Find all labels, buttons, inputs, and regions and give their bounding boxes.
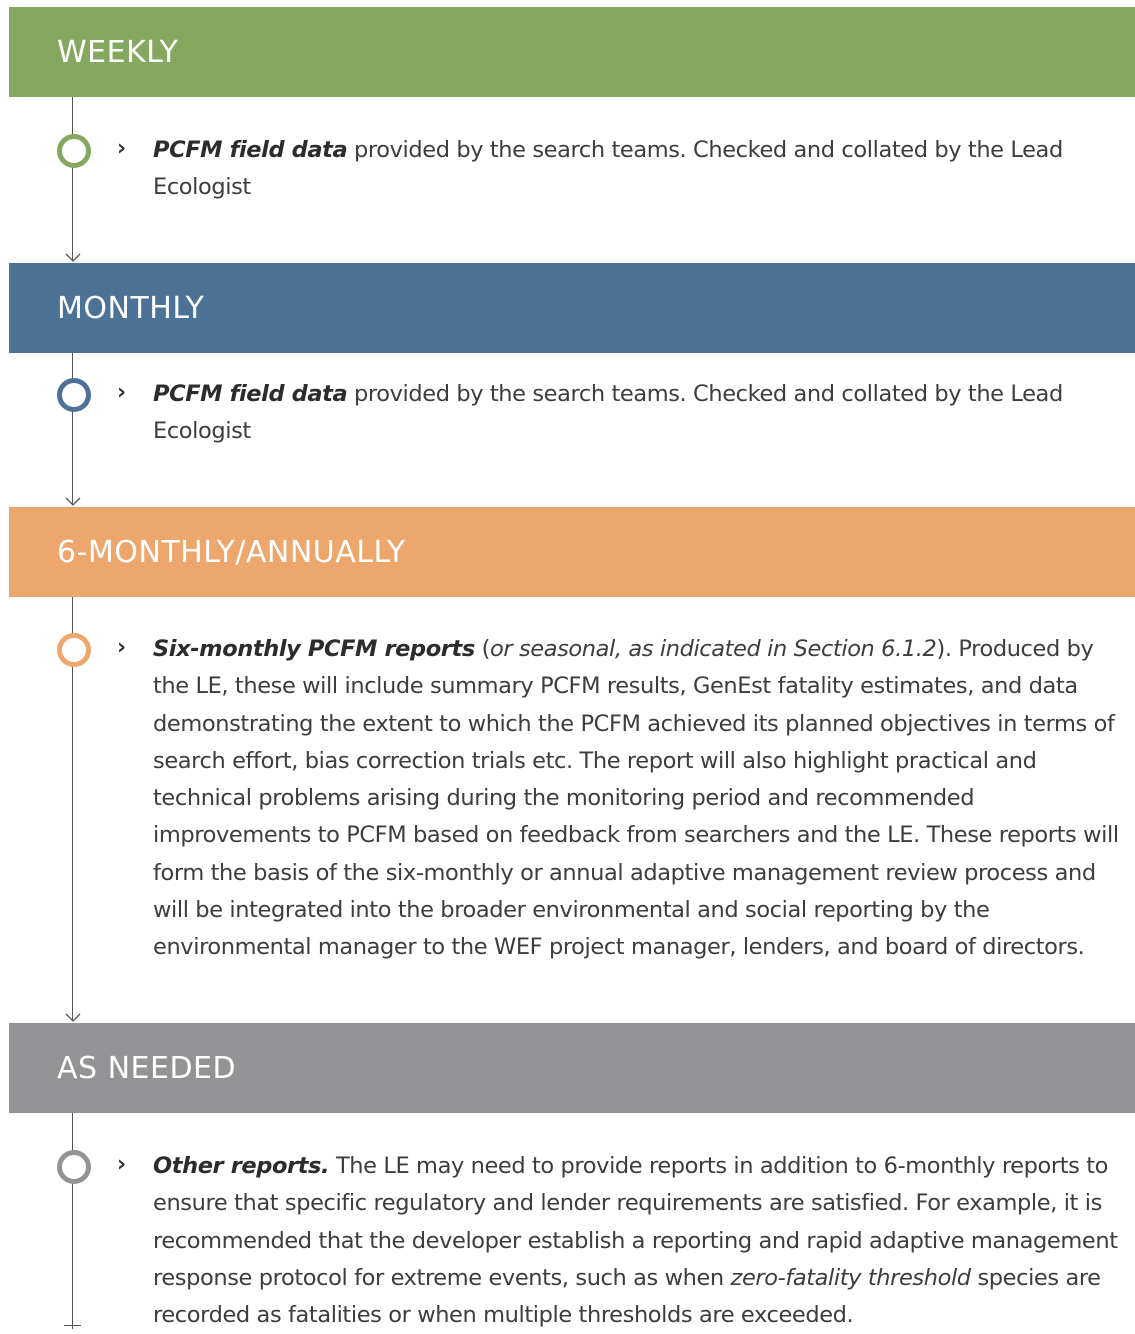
six-monthly-text: Six-monthly PCFM reports (or seasonal, a…: [153, 631, 1128, 967]
circle-node-icon: [57, 1150, 91, 1184]
timeline-line: [72, 1113, 73, 1329]
section-header-six-monthly: 6-MONTHLY/ANNUALLY: [9, 507, 1135, 597]
item-italic: or seasonal, as indicated in Section 6.1…: [489, 636, 937, 662]
section-title: AS NEEDED: [57, 1050, 237, 1086]
monthly-text: PCFM field data provided by the search t…: [153, 376, 1128, 451]
arrow-down-icon: [65, 253, 81, 262]
section-header-monthly: MONTHLY: [9, 263, 1135, 353]
item-text: (: [474, 636, 491, 662]
section-title: MONTHLY: [57, 290, 205, 326]
circle-node-icon: [57, 633, 91, 667]
circle-node-icon: [57, 134, 91, 168]
chevron-right-icon: ›: [117, 635, 127, 660]
item-italic: zero-fatality threshold: [730, 1264, 972, 1291]
timeline-line: [72, 97, 73, 261]
section-header-weekly: WEEKLY: [9, 7, 1135, 97]
item-title: Six-monthly PCFM reports: [153, 636, 475, 662]
timeline-line: [72, 353, 73, 505]
chevron-right-icon: ›: [117, 380, 127, 405]
item-title: PCFM field data: [153, 381, 348, 407]
item-title: PCFM field data: [153, 137, 348, 163]
chevron-right-icon: ›: [117, 1152, 127, 1177]
timeline-end-tick: [64, 1325, 81, 1326]
circle-node-icon: [57, 378, 91, 412]
as-needed-text: Other reports. The LE may need to provid…: [153, 1148, 1128, 1334]
section-title: 6-MONTHLY/ANNUALLY: [57, 534, 406, 570]
weekly-text: PCFM field data provided by the search t…: [153, 132, 1128, 207]
item-title: Other reports.: [153, 1153, 330, 1179]
chevron-right-icon: ›: [117, 136, 127, 161]
item-text: ). Produced by the LE, these will includ…: [153, 636, 1119, 961]
arrow-down-icon: [65, 1013, 81, 1022]
arrow-down-icon: [65, 497, 81, 506]
section-header-as-needed: AS NEEDED: [9, 1023, 1135, 1113]
section-title: WEEKLY: [57, 34, 179, 70]
